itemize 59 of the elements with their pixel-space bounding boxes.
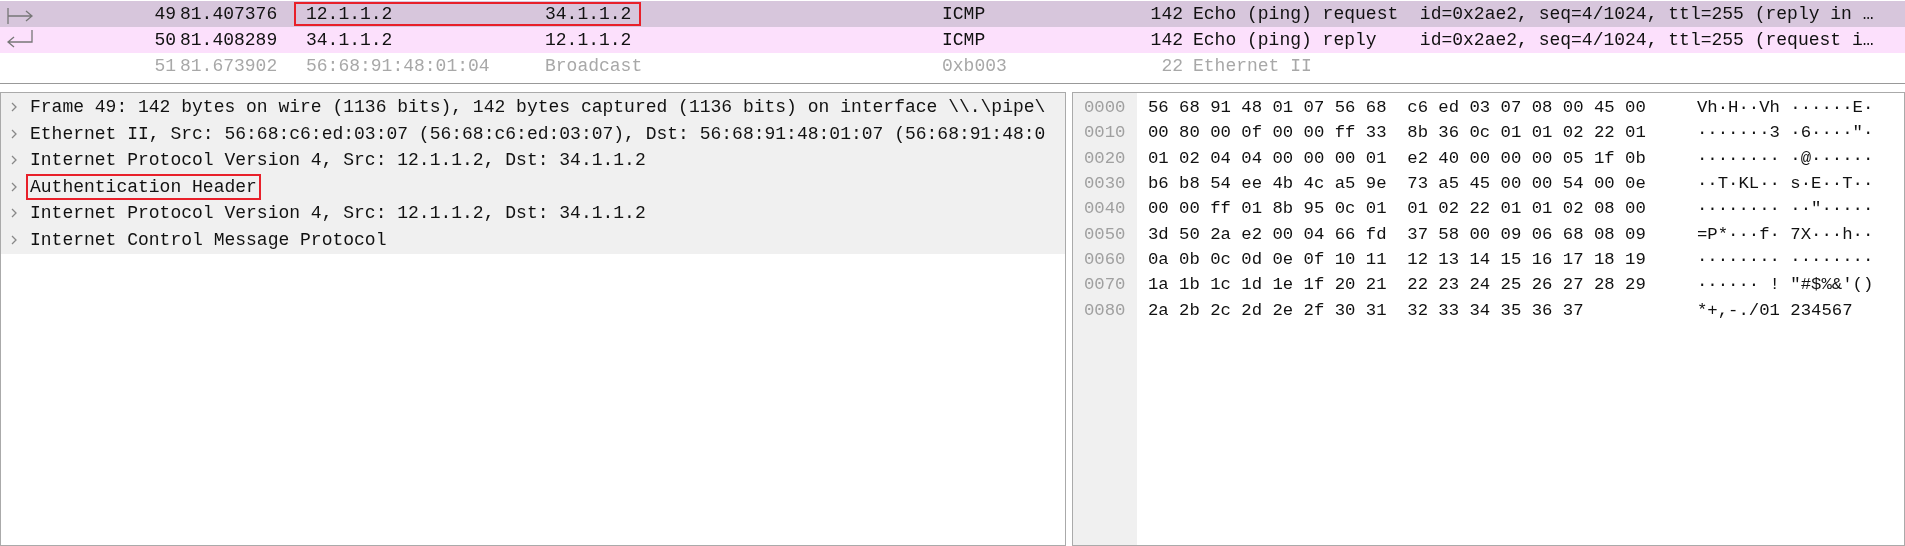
protocol: ICMP [942,4,987,24]
packet-number: 50 [153,30,176,50]
tree-label: Internet Protocol Version 4, Src: 12.1.1.2, Dst: 34.1.1.2 [29,149,647,173]
byte-offset: 0010 [1083,123,1127,143]
tree-item[interactable]: Internet Control Message Protocol [1,226,1065,253]
ascii-bytes: ······ ! "#$%&'() [1697,275,1874,295]
hex-bytes: 3d 50 2a e2 00 04 66 fd 37 58 00 09 06 68 08 09 [1147,224,1647,244]
packet-length: 142 [1149,4,1183,24]
ascii-bytes: ··T·KL·· s·E··T·· [1697,174,1874,194]
hex-bytes: 00 00 ff 01 8b 95 0c 01 01 02 22 01 01 02 08 00 [1147,199,1647,219]
packet-number: 51 [153,56,176,76]
byte-offset: 0030 [1083,174,1127,194]
packet-info: Echo (ping) reply id=0x2ae2, seq=4/1024, ttl=255 (request i… [1192,30,1875,50]
tree-label: Internet Control Message Protocol [29,228,388,252]
packet-time: 81.673902 [179,56,279,76]
packet-length: 22 [1160,56,1183,76]
ascii-bytes: =P*···f· 7X···h·· [1697,224,1874,244]
source-address: 56:68:91:48:01:04 [306,56,491,76]
tree-item[interactable]: Internet Protocol Version 4, Src: 12.1.1.2, Dst: 34.1.1.2 [1,200,1065,227]
protocol: ICMP [942,30,987,50]
hex-bytes: 0a 0b 0c 0d 0e 0f 10 11 12 13 14 15 16 17 18 19 [1147,249,1647,269]
packet-info: Echo (ping) request id=0x2ae2, seq=4/1024, ttl=255 (reply in … [1192,4,1875,24]
packet-time: 81.407376 [179,4,279,24]
ascii-bytes: ········ ··"····· [1697,199,1874,219]
source-address: 34.1.1.2 [306,30,394,50]
byte-offset: 0050 [1083,224,1127,244]
packet-time: 81.408289 [179,30,279,50]
hex-bytes: 56 68 91 48 01 07 56 68 c6 ed 03 07 08 00 45 00 [1147,98,1647,118]
packet-length: 142 [1149,30,1183,50]
hex-bytes: 01 02 04 04 00 00 00 01 e2 40 00 00 00 05 1f 0b [1147,148,1647,168]
tree-item[interactable]: Authentication Header [1,173,1065,200]
hex-bytes: 1a 1b 1c 1d 1e 1f 20 21 22 23 24 25 26 27 28 29 [1147,275,1647,295]
highlighted-label: Authentication Header [26,173,261,200]
left-arrow-icon [6,30,34,50]
hex-bytes: 2a 2b 2c 2d 2e 2f 30 31 32 33 34 35 36 37 [1147,300,1585,320]
byte-offset: 0060 [1083,249,1127,269]
protocol: 0xb003 [942,56,1008,76]
packet-row[interactable]: 49 81.407376 12.1.1.2 34.1.1.2 ICMP 142 Echo (ping) request id=0x2ae2, seq=4/1024, ttl=255 (reply in … [0,1,1905,27]
destination-address: 12.1.1.2 [545,30,633,50]
destination-address: 34.1.1.2 [545,4,633,24]
tree-item[interactable]: Internet Protocol Version 4, Src: 12.1.1.2, Dst: 34.1.1.2 [1,147,1065,174]
hex-bytes: 00 80 00 0f 00 00 ff 33 8b 36 0c 01 01 02 22 01 [1147,123,1647,143]
byte-offset: 0070 [1083,275,1127,295]
hex-bytes: b6 b8 54 ee 4b 4c a5 9e 73 a5 45 00 00 54 00 0e [1147,174,1647,194]
source-address: 12.1.1.2 [306,4,394,24]
packet-number: 49 [153,4,176,24]
tree-label: Internet Protocol Version 4, Src: 12.1.1.2, Dst: 34.1.1.2 [29,202,647,226]
byte-offset: 0000 [1083,98,1127,118]
packet-row[interactable]: 50 81.408289 34.1.1.2 12.1.1.2 ICMP 142 Echo (ping) reply id=0x2ae2, seq=4/1024, ttl=255 (request i… [0,27,1905,53]
ascii-bytes: ·······3 ·6····"· [1697,123,1874,143]
byte-offset: 0080 [1083,300,1127,320]
ascii-bytes: Vh·H··Vh ······E· [1697,98,1874,118]
byte-offset: 0020 [1083,148,1127,168]
ascii-bytes: *+,-./01 234567 [1697,300,1853,320]
destination-address: Broadcast [545,56,644,76]
byte-offset: 0040 [1083,199,1127,219]
ascii-bytes: ········ ·@······ [1697,148,1874,168]
packet-info: Ethernet II [1192,56,1313,76]
ascii-bytes: ········ ········ [1697,249,1874,269]
